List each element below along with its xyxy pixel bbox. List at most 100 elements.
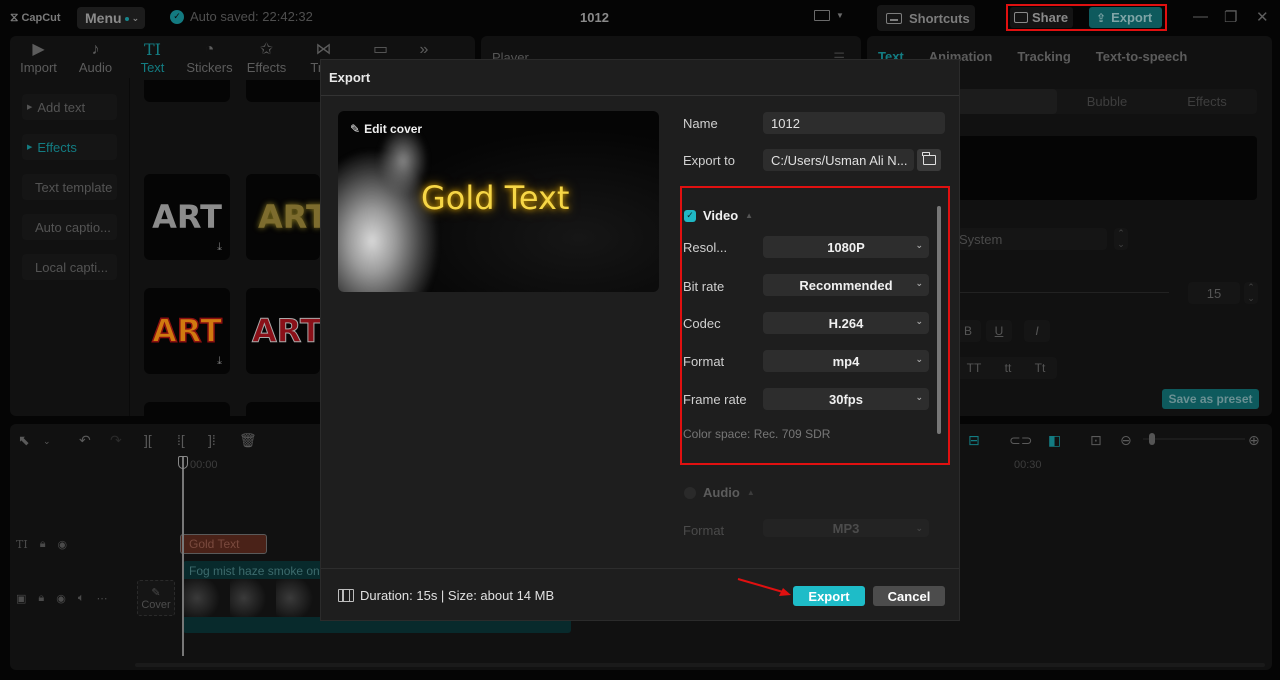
- tab-stickers[interactable]: ◔ Stickers: [181, 36, 238, 78]
- cover-preview[interactable]: Gold Text ✎ Edit cover: [338, 111, 659, 292]
- import-icon: ▶: [32, 41, 45, 58]
- text-effect-preset[interactable]: ART ⤓: [144, 174, 230, 260]
- font-stepper[interactable]: ⌃ ⌄: [1114, 228, 1128, 250]
- audio-checkbox[interactable]: [684, 486, 696, 499]
- sidebar-item-auto-captions[interactable]: Auto captio...: [22, 214, 117, 240]
- segment-bubble[interactable]: Bubble: [1057, 89, 1157, 114]
- cover-button[interactable]: ✎ Cover: [137, 580, 175, 616]
- video-clip-thumbnails: [183, 579, 324, 617]
- redo-icon[interactable]: ↷: [110, 432, 122, 449]
- underline-button[interactable]: U: [986, 320, 1012, 342]
- playhead-handle[interactable]: [178, 456, 188, 469]
- save-as-preset-button[interactable]: Save as preset: [1162, 389, 1259, 409]
- export-button[interactable]: Export: [793, 586, 865, 606]
- preview-axis-icon[interactable]: ⊡: [1090, 432, 1102, 449]
- chevron-down-icon: ⌄: [131, 12, 140, 23]
- tab-text[interactable]: TI Text: [124, 36, 181, 78]
- tab-import[interactable]: ▶ Import: [10, 36, 67, 78]
- text-effect-preset[interactable]: ART ⤓: [246, 288, 320, 374]
- audio-section-header: Audio ▲: [684, 485, 755, 500]
- split-icon[interactable]: ][: [144, 432, 152, 448]
- video-checkbox[interactable]: ✓: [684, 209, 696, 222]
- layout-button[interactable]: ▼: [814, 10, 844, 21]
- timeline-scrollbar[interactable]: [135, 663, 1265, 667]
- font-size-input[interactable]: 15: [1188, 282, 1240, 304]
- slider-handle[interactable]: [1149, 433, 1155, 445]
- tab-effects[interactable]: ✩ Effects: [238, 36, 295, 78]
- volume-icon[interactable]: 🔈︎: [78, 592, 85, 605]
- sidebar-item-text-template[interactable]: Text template: [22, 174, 117, 200]
- snap-icon[interactable]: ◧: [1048, 432, 1061, 449]
- eye-icon[interactable]: ◉: [58, 538, 68, 551]
- restore-button[interactable]: ❐: [1224, 8, 1237, 26]
- chevron-down-icon[interactable]: ⌄: [43, 436, 51, 447]
- text-effect-preset[interactable]: ART ⤓: [144, 288, 230, 374]
- inspector-segment-control: Bubble Effects: [957, 89, 1257, 114]
- chevron-down-icon: ⌄: [915, 523, 923, 533]
- text-effect-preset[interactable]: [144, 402, 230, 416]
- audio-format-select[interactable]: MP3 ⌄: [763, 519, 929, 537]
- tab-tracking[interactable]: Tracking: [1017, 49, 1070, 64]
- close-button[interactable]: ✕: [1256, 8, 1269, 26]
- magnet-icon[interactable]: ⊟: [968, 432, 980, 449]
- zoom-out-icon[interactable]: ⊖: [1120, 432, 1132, 449]
- text-content-input[interactable]: [957, 136, 1257, 200]
- titlecase-button[interactable]: Tt: [1035, 361, 1046, 375]
- timeline-zoom-slider[interactable]: [1143, 433, 1245, 445]
- download-icon[interactable]: ⤓: [217, 240, 222, 254]
- lock-icon[interactable]: 🔒︎: [38, 592, 44, 605]
- export-path-input[interactable]: C:/Users/Usman Ali N...: [763, 149, 914, 171]
- more-icon[interactable]: ⋯: [96, 592, 107, 605]
- shortcuts-button[interactable]: Shortcuts: [877, 5, 975, 31]
- frame-rate-select[interactable]: 30fps ⌄: [763, 388, 929, 410]
- split-right-icon[interactable]: ]⁞: [208, 432, 216, 448]
- tab-text-to-speech[interactable]: Text-to-speech: [1096, 49, 1188, 64]
- select-tool-icon[interactable]: ⬉: [18, 432, 30, 449]
- export-top-button[interactable]: ⇪ Export: [1089, 7, 1162, 28]
- collapse-caret-icon[interactable]: ▲: [745, 211, 753, 220]
- settings-scrollbar[interactable]: [937, 206, 941, 434]
- project-title: 1012: [580, 10, 609, 25]
- sidebar-item-effects[interactable]: ▶ Effects: [22, 134, 117, 160]
- codec-select[interactable]: H.264 ⌄: [763, 312, 929, 334]
- font-size-stepper[interactable]: ⌃ ⌄: [1244, 282, 1258, 304]
- keyboard-icon: [886, 12, 902, 24]
- delete-icon[interactable]: 🗑: [239, 432, 257, 449]
- bitrate-select[interactable]: Recommended ⌄: [763, 274, 929, 296]
- uppercase-button[interactable]: TT: [967, 361, 982, 375]
- segment-effects[interactable]: Effects: [1157, 89, 1257, 114]
- export-summary: Duration: 15s | Size: about 14 MB: [338, 588, 554, 603]
- browse-folder-button[interactable]: [917, 149, 941, 171]
- lock-icon[interactable]: 🔒︎: [40, 538, 46, 551]
- undo-icon[interactable]: ↶: [79, 432, 91, 449]
- font-select[interactable]: System: [957, 228, 1107, 250]
- name-input[interactable]: 1012: [763, 112, 945, 134]
- split-left-icon[interactable]: ⁞[: [177, 432, 185, 448]
- italic-button[interactable]: I: [1024, 320, 1050, 342]
- share-button[interactable]: Share: [1010, 7, 1073, 28]
- name-label: Name: [683, 116, 718, 131]
- cancel-button[interactable]: Cancel: [873, 586, 945, 606]
- edit-cover-button[interactable]: ✎ Edit cover: [350, 122, 422, 136]
- download-icon[interactable]: ⤓: [217, 354, 222, 368]
- text-effect-preset[interactable]: ART: [246, 174, 320, 260]
- segment-basic[interactable]: [957, 89, 1057, 114]
- transitions-icon: ⋈: [315, 41, 332, 58]
- resolution-select[interactable]: 1080P ⌄: [763, 236, 929, 258]
- link-icon[interactable]: ⊂⊃: [1009, 432, 1032, 449]
- sidebar-item-add-text[interactable]: ▶ Add text: [22, 94, 117, 120]
- menu-button[interactable]: Menu ⌄: [77, 7, 145, 29]
- collapse-caret-icon[interactable]: ▲: [747, 488, 755, 497]
- tab-audio[interactable]: ♪ Audio: [67, 36, 124, 78]
- lowercase-button[interactable]: tt: [1005, 361, 1012, 375]
- playhead[interactable]: [182, 456, 184, 656]
- text-clip[interactable]: Gold Text: [180, 534, 267, 554]
- text-track-icon: TI: [16, 538, 28, 551]
- zoom-in-icon[interactable]: ⊕: [1248, 432, 1260, 449]
- text-effect-preset[interactable]: [144, 80, 230, 102]
- format-select[interactable]: mp4 ⌄: [763, 350, 929, 372]
- font-size-slider[interactable]: [957, 292, 1169, 293]
- minimize-button[interactable]: —: [1193, 8, 1208, 25]
- sidebar-item-local-captions[interactable]: Local capti...: [22, 254, 117, 280]
- eye-icon[interactable]: ◉: [56, 592, 66, 605]
